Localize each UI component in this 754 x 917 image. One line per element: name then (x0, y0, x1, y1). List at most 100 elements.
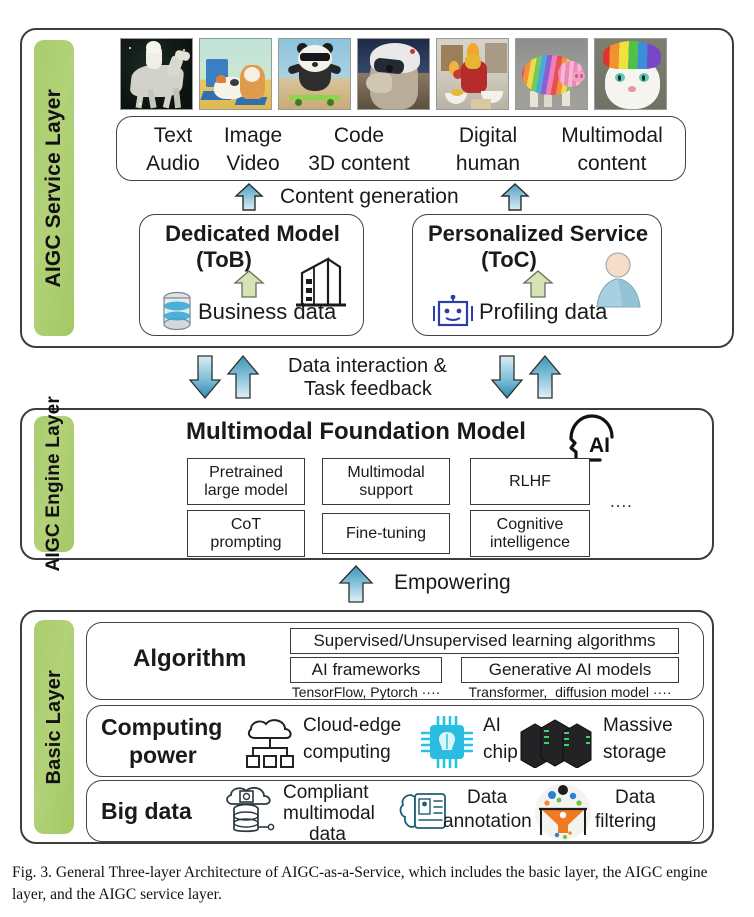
capability-rlhf[interactable]: RLHF (470, 458, 590, 505)
basic-layer-panel: Basic Layer Algorithm Supervised/Unsuper… (20, 610, 714, 845)
basic-layer-label: Basic Layer (42, 669, 65, 785)
rainbow-striped-pig-thumbnail (515, 38, 588, 110)
capability-label: RLHF (509, 472, 551, 490)
big-data-title: Big data (101, 798, 192, 824)
data-filtering-label-line1: Data (615, 787, 656, 808)
output-type-3d-content: 3D content (308, 151, 410, 175)
output-type-multimodal: Multimodal (561, 123, 663, 147)
content-generation-arrow-right-icon (500, 182, 530, 212)
annotation-brain-icon (397, 791, 449, 840)
cat-and-corgi-at-desk-thumbnail (199, 38, 272, 110)
ironman-cooking-thumbnail (436, 38, 509, 110)
chip-label: AI frameworks (311, 660, 421, 680)
chip-label: Supervised/Unsupervised learning algorit… (313, 631, 656, 651)
capability-label: Multimodal support (347, 463, 425, 499)
capability-label: CoT prompting (210, 515, 282, 551)
ai-chip-label-line1: AI (483, 715, 501, 736)
algorithm-row: Algorithm Supervised/Unsupervised learni… (86, 622, 704, 700)
output-type-code: Code (333, 123, 385, 147)
ai-chip-icon (420, 715, 474, 773)
output-type-audio: Audio (146, 151, 200, 175)
dedicated-model-card: Dedicated Model (ToB) Business data (139, 214, 364, 336)
dedicated-model-subtitle: (ToB) (196, 247, 252, 272)
capability-label: Fine-tuning (345, 524, 427, 542)
basic-layer-side-tab: Basic Layer (34, 620, 74, 834)
aigc-service-layer-panel: AIGC Service Layer Text Audio Image Vide… (20, 28, 734, 348)
personalized-service-title: Personalized Service (427, 221, 649, 246)
output-types-box: Text Audio Image Video Code 3D content D… (116, 116, 686, 181)
massive-storage-label-line2: storage (603, 742, 667, 763)
capability-label: Pretrained large model (204, 463, 288, 499)
data-annotation-label-line2: annotation (443, 811, 532, 832)
output-type-content: content (577, 151, 647, 175)
compliant-multimodal-data-line2: multimodal (283, 803, 375, 824)
generative-ai-models-sublabel: Transformer, diffusion model ···· (468, 683, 672, 700)
output-type-digital: Digital (458, 123, 518, 147)
empowering-label: Empowering (394, 571, 511, 594)
chip-supervised-unsupervised[interactable]: Supervised/Unsupervised learning algorit… (290, 628, 679, 654)
personalized-service-subtitle: (ToC) (481, 247, 537, 272)
computing-power-title-line1: Computing (101, 714, 223, 740)
compliant-multimodal-data-line1: Compliant (283, 782, 369, 803)
data-filtering-label-line2: filtering (595, 811, 657, 832)
content-generation-arrow-left-icon (234, 182, 264, 212)
computing-power-row: Computing power Cloud-edge computing AI … (86, 705, 704, 777)
capability-label: Cognitive intelligence (489, 515, 571, 551)
capability-cot-prompting[interactable]: CoT prompting (187, 510, 305, 557)
content-generation-label: Content generation (280, 185, 459, 208)
ai-chip-label-line2: chip (483, 742, 518, 763)
massive-storage-label-line1: Massive (603, 715, 673, 736)
rainbow-hair-cat-thumbnail (594, 38, 667, 110)
profiling-data-label: Profiling data (479, 299, 608, 324)
capability-pretrained-large-model[interactable]: Pretrained large model (187, 458, 305, 505)
astronaut-riding-horse-thumbnail (120, 38, 193, 110)
algorithm-title: Algorithm (133, 645, 247, 672)
data-interaction-down-arrow-left-icon (188, 354, 222, 400)
service-layer-label: AIGC Service Layer (42, 88, 65, 288)
generated-image-thumbnails (120, 38, 667, 110)
output-type-video: Video (226, 151, 280, 175)
data-interaction-label-line1: Data interaction & (288, 355, 447, 377)
data-interaction-down-arrow-right-icon (490, 354, 524, 400)
service-layer-side-tab: AIGC Service Layer (34, 40, 74, 336)
funnel-filter-icon (535, 783, 591, 846)
figure-caption: Fig. 3. General Three-layer Architecture… (12, 864, 708, 903)
cloud-database-icon (221, 785, 277, 846)
chip-label: Generative AI models (488, 660, 652, 680)
capability-multimodal-support[interactable]: Multimodal support (322, 458, 450, 505)
aigc-engine-layer-panel: AIGC Engine Layer Multimodal Foundation … (20, 396, 714, 572)
aigc-architecture-figure: AIGC Service Layer Text Audio Image Vide… (0, 0, 754, 917)
panda-on-skateboard-thumbnail (278, 38, 351, 110)
task-feedback-up-arrow-right-icon (528, 354, 562, 400)
server-storage-icon (519, 716, 593, 773)
computing-power-title-line2: power (129, 742, 197, 768)
engine-capabilities-ellipsis: .... (610, 492, 633, 511)
foundation-model-title: Multimodal Foundation Model (186, 418, 526, 445)
task-feedback-label-line2: Task feedback (304, 378, 432, 400)
compliant-multimodal-data-line3: data (309, 824, 346, 845)
ai-frameworks-sublabel: TensorFlow, Pytorch ···· (291, 683, 441, 700)
cloud-edge-label-line2: computing (303, 742, 391, 763)
personalized-service-card: Personalized Service (ToC) Profiling dat… (412, 214, 662, 336)
engine-layer-side-tab: AIGC Engine Layer (34, 396, 74, 572)
output-type-text: Text (153, 123, 193, 147)
data-annotation-label-line1: Data (467, 787, 508, 808)
chip-generative-ai-models[interactable]: Generative AI models (461, 657, 679, 683)
big-data-row: Big data Compliant multimodal data Data … (86, 780, 704, 845)
business-data-label: Business data (198, 299, 337, 324)
capability-fine-tuning[interactable]: Fine-tuning (322, 513, 450, 554)
capability-cognitive-intelligence[interactable]: Cognitive intelligence (470, 510, 590, 557)
cloud-edge-label-line1: Cloud-edge (303, 715, 402, 736)
output-type-human: human (455, 151, 521, 175)
chip-ai-frameworks[interactable]: AI frameworks (290, 657, 442, 683)
engine-layer-label: AIGC Engine Layer (43, 396, 65, 572)
database-icon (160, 291, 194, 336)
raccoon-in-helmet-thumbnail (357, 38, 430, 110)
svg-text:AI: AI (589, 434, 610, 457)
empowering-up-arrow-icon (338, 564, 374, 604)
robot-icon (431, 294, 475, 334)
output-type-image: Image (223, 123, 283, 147)
cloud-edge-icon (243, 716, 299, 775)
dedicated-model-title: Dedicated Model (165, 221, 340, 246)
task-feedback-up-arrow-left-icon (226, 354, 260, 400)
